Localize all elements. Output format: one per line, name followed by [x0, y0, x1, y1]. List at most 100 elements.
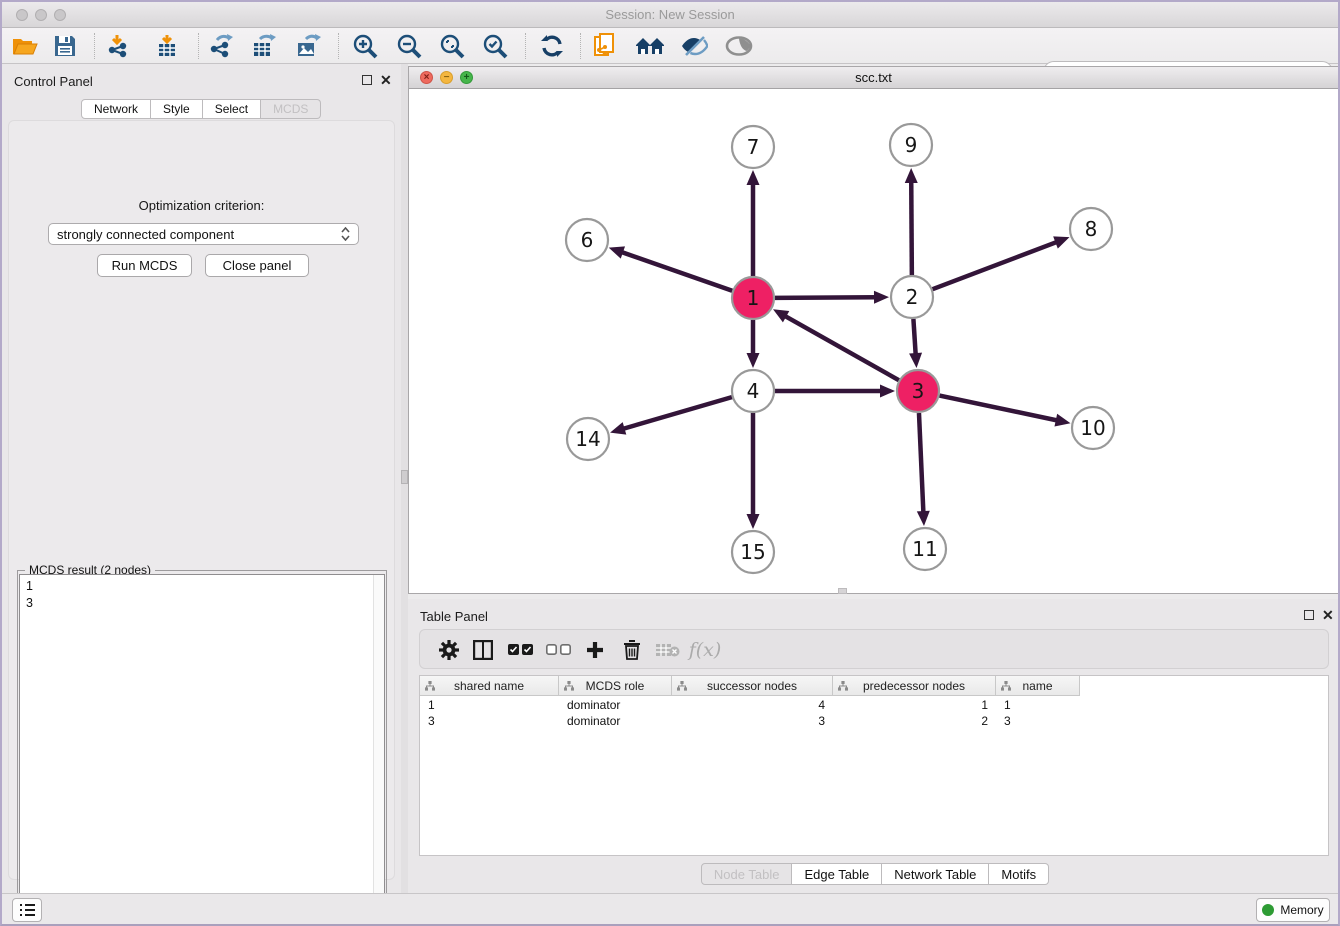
toolbar-separator	[338, 33, 339, 59]
add-icon[interactable]	[580, 635, 610, 665]
network-graph[interactable]: 1234678910111415	[409, 89, 1338, 593]
hide-graphics-icon[interactable]	[677, 31, 711, 61]
edge-3-10[interactable]	[940, 396, 1059, 421]
edge-2-8[interactable]	[933, 241, 1059, 289]
table-cell[interactable]: 1	[420, 697, 559, 713]
table-panel-title: Table Panel	[420, 609, 488, 624]
import-table-icon[interactable]	[150, 31, 184, 61]
edge-1-6[interactable]	[620, 252, 732, 291]
horizontal-splitter-grip[interactable]	[838, 588, 847, 594]
node-table[interactable]: shared nameMCDS rolesuccessor nodesprede…	[419, 675, 1329, 856]
node-label-10: 10	[1080, 416, 1105, 440]
table-cell[interactable]: 1	[996, 697, 1080, 713]
column-header-name[interactable]: name	[996, 676, 1080, 696]
split-columns-icon[interactable]	[468, 635, 498, 665]
new-network-icon[interactable]	[589, 31, 623, 61]
export-image-icon[interactable]	[292, 31, 326, 61]
window-title: Session: New Session	[2, 7, 1338, 22]
tab-node-table[interactable]: Node Table	[701, 863, 793, 885]
delete-icon[interactable]	[617, 635, 647, 665]
criterion-select[interactable]: strongly connected component	[48, 223, 359, 245]
hierarchy-icon	[838, 681, 848, 691]
close-panel-icon[interactable]: ✕	[380, 75, 392, 85]
show-graphics-icon[interactable]	[722, 31, 756, 61]
export-table-icon[interactable]	[248, 31, 282, 61]
vertical-splitter[interactable]	[401, 64, 408, 897]
result-scrollbar[interactable]	[373, 575, 384, 926]
save-session-icon[interactable]	[48, 31, 82, 61]
refresh-icon[interactable]	[535, 31, 569, 61]
splitter-grip[interactable]	[401, 470, 408, 484]
close-panel-button[interactable]: Close panel	[205, 254, 309, 277]
status-bar: Memory	[2, 893, 1338, 924]
table-panel: Table Panel ✕	[408, 599, 1340, 897]
edge-1-2[interactable]	[775, 297, 877, 298]
edge-arrowhead	[905, 168, 918, 183]
edge-arrowhead	[747, 170, 760, 185]
node-label-4: 4	[747, 379, 760, 403]
node-label-8: 8	[1085, 217, 1098, 241]
column-header-predecessor-nodes[interactable]: predecessor nodes	[833, 676, 996, 696]
table-cell[interactable]: 4	[672, 697, 833, 713]
tab-style[interactable]: Style	[151, 99, 203, 119]
edge-3-11[interactable]	[919, 413, 923, 514]
table-cell[interactable]: 3	[996, 713, 1080, 729]
edge-2-3[interactable]	[913, 319, 915, 356]
node-label-14: 14	[575, 427, 600, 451]
memory-button[interactable]: Memory	[1256, 898, 1330, 922]
criterion-value: strongly connected component	[57, 227, 234, 242]
tab-network-table[interactable]: Network Table	[882, 863, 989, 885]
zoom-fit-icon[interactable]	[435, 31, 469, 61]
table-cell[interactable]: 3	[420, 713, 559, 729]
table-row[interactable]: 3dominator323	[420, 713, 1080, 729]
zoom-out-icon[interactable]	[392, 31, 426, 61]
edge-3-1[interactable]	[783, 315, 898, 380]
node-label-15: 15	[740, 540, 765, 564]
export-network-icon[interactable]	[204, 31, 238, 61]
edge-arrowhead	[610, 422, 626, 434]
tab-mcds[interactable]: MCDS	[261, 99, 321, 119]
network-view-frame: × − + scc.txt 1234678910111415	[408, 66, 1339, 594]
gear-icon[interactable]	[434, 635, 464, 665]
zoom-in-icon[interactable]	[348, 31, 382, 61]
tab-select[interactable]: Select	[203, 99, 261, 119]
table-row[interactable]: 1dominator411	[420, 697, 1080, 713]
home-icon[interactable]	[633, 31, 667, 61]
mcds-result-text[interactable]: 13	[19, 574, 385, 926]
table-cell[interactable]: 2	[833, 713, 996, 729]
task-history-button[interactable]	[12, 898, 42, 922]
open-session-icon[interactable]	[8, 31, 42, 61]
table-cell[interactable]: dominator	[559, 697, 672, 713]
table-cell[interactable]: dominator	[559, 713, 672, 729]
column-header-successor-nodes[interactable]: successor nodes	[672, 676, 833, 696]
function-icon: f(x)	[690, 635, 720, 665]
toolbar-separator	[94, 33, 95, 59]
select-all-icon[interactable]	[506, 635, 536, 665]
hierarchy-icon	[1001, 681, 1011, 691]
table-cell[interactable]: 1	[833, 697, 996, 713]
edge-4-14[interactable]	[622, 397, 732, 429]
table-cell[interactable]: 3	[672, 713, 833, 729]
import-network-icon[interactable]	[102, 31, 136, 61]
network-title-bar: × − + scc.txt	[409, 67, 1338, 89]
edge-2-9[interactable]	[911, 180, 912, 275]
tab-motifs[interactable]: Motifs	[989, 863, 1049, 885]
network-title: scc.txt	[409, 70, 1338, 85]
float-panel-icon[interactable]	[362, 74, 372, 88]
deselect-all-icon[interactable]	[544, 635, 574, 665]
node-label-9: 9	[905, 133, 918, 157]
float-table-panel-icon[interactable]	[1304, 609, 1314, 623]
network-canvas[interactable]: 1234678910111415	[409, 89, 1338, 593]
run-mcds-button[interactable]: Run MCDS	[97, 254, 192, 277]
close-table-panel-icon[interactable]: ✕	[1322, 610, 1334, 620]
toolbar-separator	[525, 33, 526, 59]
column-header-MCDS-role[interactable]: MCDS role	[559, 676, 672, 696]
zoom-selected-icon[interactable]	[478, 31, 512, 61]
node-label-3: 3	[912, 379, 925, 403]
edge-arrowhead	[909, 353, 922, 368]
tab-edge-table[interactable]: Edge Table	[792, 863, 882, 885]
tab-network[interactable]: Network	[81, 99, 151, 119]
application-window: Session: New Session	[0, 0, 1340, 926]
delete-column-icon[interactable]	[653, 635, 683, 665]
column-header-shared-name[interactable]: shared name	[420, 676, 559, 696]
